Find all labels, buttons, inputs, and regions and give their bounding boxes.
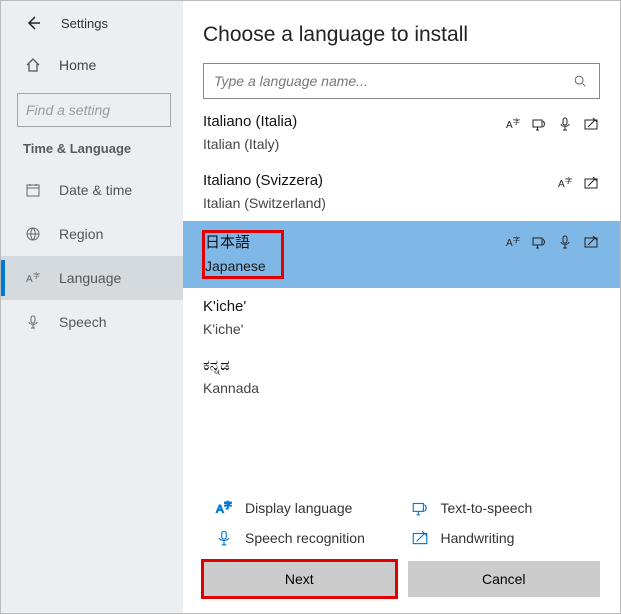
sidebar-nav: Date & time Region A字 Language Speech [1,168,183,344]
display-icon: A字 [504,233,522,251]
sidebar: Settings Home Time & Language Date & tim… [1,1,183,613]
sidebar-item-date-time[interactable]: Date & time [1,168,183,212]
language-native-name: Italiano (Italia) [203,113,504,130]
language-native-name: 日本語 [205,231,277,252]
language-search-input[interactable] [214,73,571,89]
language-item[interactable]: Italiano (Italia) Italian (Italy)A字 [183,103,620,162]
back-button[interactable] [23,13,43,33]
language-search[interactable] [203,63,600,99]
language-item[interactable]: 日本語 Japanese A字 [183,221,620,288]
legend-speech: Speech recognition [215,529,405,547]
tts-icon [411,499,429,517]
home-label: Home [59,57,96,73]
legend-label: Display language [245,500,352,516]
legend-label: Text-to-speech [441,500,533,516]
legend-label: Speech recognition [245,530,365,546]
handwriting-icon [411,529,429,547]
language-feature-icons: A字 [556,174,600,192]
language-item[interactable]: K'iche' K'iche' [183,288,620,347]
globe-icon [23,224,43,244]
search-icon [571,72,589,90]
svg-text:字: 字 [513,235,520,244]
sidebar-item-language[interactable]: A字 Language [1,256,183,300]
speech-icon [556,115,574,133]
main-panel: Choose a language to install Italiano (I… [183,1,620,613]
hand-icon [582,233,600,251]
display-icon: A字 [504,115,522,133]
mic-icon [23,312,43,332]
language-feature-icons: A字 [504,233,600,251]
legend-tts: Text-to-speech [411,499,601,517]
sidebar-home[interactable]: Home [1,45,183,85]
sidebar-item-label: Language [59,270,121,286]
language-list: Italiano (Italia)Italian (Italy)A字Italia… [183,103,620,485]
svg-text:字: 字 [565,176,572,185]
calendar-icon [23,180,43,200]
svg-text:字: 字 [513,117,520,126]
svg-text:字: 字 [224,500,232,510]
sidebar-item-label: Speech [59,314,106,330]
language-english-name: Japanese [205,258,277,274]
svg-text:A: A [216,504,224,516]
legend-label: Handwriting [441,530,515,546]
tts-icon [530,115,548,133]
sidebar-item-label: Date & time [59,182,132,198]
feature-legend: A字 Display language Text-to-speech Speec… [183,485,620,557]
sidebar-category: Time & Language [1,141,183,168]
language-native-name: K'iche' [203,298,600,315]
sidebar-top: Settings [1,1,183,45]
legend-hand: Handwriting [411,529,601,547]
svg-text:A: A [506,120,513,131]
language-feature-icons: A字 [504,115,600,133]
tts-icon [530,233,548,251]
legend-display: A字 Display language [215,499,405,517]
display-language-icon: A字 [215,499,233,517]
language-english-name: Kannada [203,380,600,396]
settings-window: Settings Home Time & Language Date & tim… [0,0,621,614]
cancel-button[interactable]: Cancel [408,561,601,597]
button-row: Next Cancel [183,557,620,613]
sidebar-item-label: Region [59,226,103,242]
hand-icon [582,174,600,192]
svg-text:A: A [558,179,565,190]
settings-title: Settings [61,16,108,31]
sidebar-search-input[interactable] [26,102,207,118]
speech-icon [215,529,233,547]
language-item[interactable]: Italiano (Svizzera) Italian (Switzerland)… [183,162,620,221]
language-english-name: Italian (Switzerland) [203,195,556,211]
display-icon: A字 [556,174,574,192]
svg-text:A: A [26,274,33,285]
language-english-name: K'iche' [203,321,600,337]
home-icon [23,55,43,75]
sidebar-item-speech[interactable]: Speech [1,300,183,344]
speech-icon [556,233,574,251]
sidebar-search[interactable] [17,93,171,127]
language-native-name: Italiano (Svizzera) [203,172,556,189]
language-item[interactable]: ಕನ್ನಡ Kannada [183,347,620,406]
svg-text:字: 字 [33,271,40,280]
svg-text:A: A [506,238,513,249]
language-icon: A字 [23,268,43,288]
panel-title: Choose a language to install [203,23,600,47]
next-button[interactable]: Next [203,561,396,597]
hand-icon [582,115,600,133]
language-native-name: ಕನ್ನಡ [203,357,600,374]
language-english-name: Italian (Italy) [203,136,504,152]
sidebar-item-region[interactable]: Region [1,212,183,256]
